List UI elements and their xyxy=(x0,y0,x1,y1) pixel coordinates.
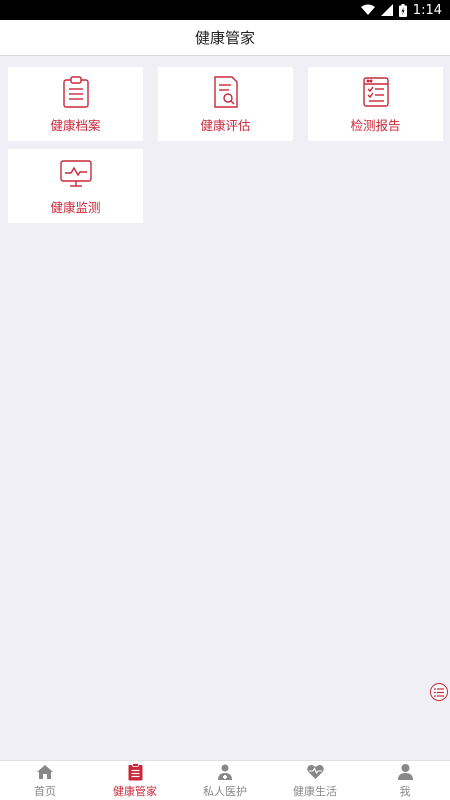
tab-label: 私人医护 xyxy=(203,784,247,798)
tab-home[interactable]: 首页 xyxy=(0,761,90,800)
heart-pulse-icon xyxy=(306,763,324,781)
tile-health-monitoring[interactable]: 健康监测 xyxy=(8,149,143,223)
report-checklist-icon xyxy=(360,75,392,109)
tab-private-care[interactable]: 私人医护 xyxy=(180,761,270,800)
page-title: 健康管家 xyxy=(194,29,255,47)
clipboard-icon xyxy=(60,75,92,109)
battery-icon xyxy=(398,3,407,17)
tab-label: 健康生活 xyxy=(293,784,337,798)
tile-health-record[interactable]: 健康档案 xyxy=(8,67,143,141)
tile-test-report[interactable]: 检测报告 xyxy=(308,67,443,141)
home-icon xyxy=(36,763,54,781)
wifi-icon xyxy=(360,4,375,15)
tab-me[interactable]: 我 xyxy=(360,761,450,800)
doctor-icon xyxy=(216,763,234,781)
tile-label: 健康档案 xyxy=(50,117,101,133)
bottom-tab-bar: 首页 健康管家 私人医护 健康生活 我 xyxy=(0,760,450,800)
tab-healthy-life[interactable]: 健康生活 xyxy=(270,761,360,800)
status-bar: 1:14 xyxy=(0,0,450,20)
list-icon xyxy=(434,687,444,697)
cellular-signal-icon xyxy=(380,4,393,16)
tab-label: 健康管家 xyxy=(113,784,157,798)
tile-health-assessment[interactable]: 健康评估 xyxy=(158,67,293,141)
tile-label: 健康评估 xyxy=(200,117,251,133)
document-search-icon xyxy=(210,75,242,109)
monitor-pulse-icon xyxy=(59,157,92,191)
status-time: 1:14 xyxy=(412,2,442,18)
floating-menu-button[interactable] xyxy=(430,683,448,701)
tab-label: 首页 xyxy=(34,784,56,798)
user-icon xyxy=(396,763,414,781)
tab-health-manager[interactable]: 健康管家 xyxy=(90,761,180,800)
clipboard-icon xyxy=(126,762,144,781)
nav-bar: 健康管家 xyxy=(0,20,450,56)
tile-label: 检测报告 xyxy=(350,117,401,133)
tile-label: 健康监测 xyxy=(50,199,101,215)
feature-grid: 健康档案 健康评估 检测报告 健康监测 xyxy=(8,67,443,223)
tab-label: 我 xyxy=(399,784,411,798)
